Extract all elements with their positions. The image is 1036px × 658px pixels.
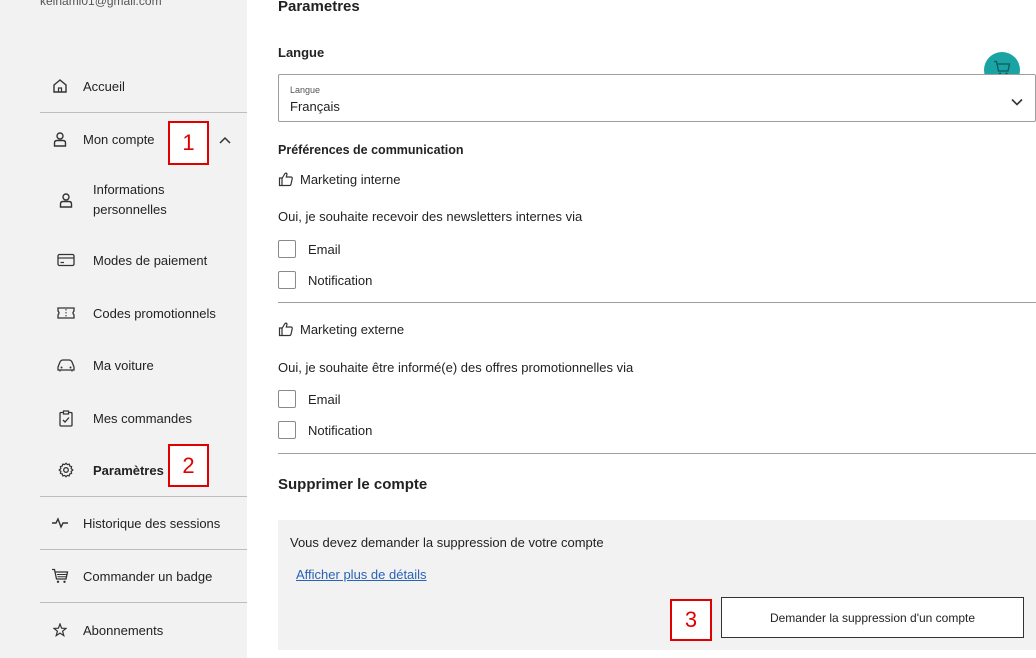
sidebar-item-label: Abonnements <box>83 622 164 638</box>
activity-icon <box>50 516 70 530</box>
gear-icon <box>56 462 76 478</box>
sidebar-item-mon-compte[interactable]: Mon compte <box>40 129 247 149</box>
language-select-value: Français <box>290 99 340 114</box>
user-email: kelnami01@gmail.com <box>40 0 162 8</box>
internal-marketing-text: Oui, je souhaite recevoir des newsletter… <box>278 209 583 224</box>
sidebar-item-ma-voiture[interactable]: Ma voiture <box>40 355 247 375</box>
external-marketing-title: Marketing externe <box>278 321 404 337</box>
sidebar-item-label: Mes commandes <box>93 410 192 426</box>
sidebar-item-parametres[interactable]: Paramètres <box>40 460 247 480</box>
clipboard-check-icon <box>56 409 76 427</box>
sidebar-item-mes-commandes[interactable]: Mes commandes <box>40 408 247 428</box>
checkbox-label: Notification <box>308 422 373 438</box>
divider <box>40 112 247 113</box>
checkbox-label: Notification <box>308 272 373 288</box>
communication-prefs-heading: Préférences de communication <box>278 143 464 157</box>
external-marketing-text: Oui, je souhaite être informé(e) des off… <box>278 360 634 375</box>
sidebar-item-label: Paramètres <box>93 462 164 478</box>
sidebar-item-accueil[interactable]: Accueil <box>40 76 247 96</box>
language-select-label: Langue <box>290 85 321 95</box>
external-notification-checkbox-row[interactable]: Notification <box>278 421 372 439</box>
delete-account-box: Vous devez demander la suppression de vo… <box>278 520 1036 650</box>
chevron-down-icon <box>1011 93 1023 111</box>
thumbs-up-icon <box>278 171 294 187</box>
star-icon <box>50 623 70 637</box>
divider <box>40 549 247 550</box>
annotation-marker-3: 3 <box>670 599 712 641</box>
internal-email-checkbox-row[interactable]: Email <box>278 240 341 258</box>
sidebar-item-label: Ma voiture <box>93 357 154 373</box>
checkbox-label: Email <box>308 391 341 407</box>
ticket-icon <box>56 306 76 320</box>
credit-card-icon <box>56 253 76 267</box>
sidebar-item-label: Historique des sessions <box>83 515 221 531</box>
language-heading: Langue <box>278 45 325 60</box>
checkbox-label: Email <box>308 241 341 257</box>
section-title: Marketing interne <box>300 171 401 187</box>
request-account-deletion-button[interactable]: Demander la suppression d'un compte <box>721 597 1024 638</box>
sidebar-item-label: Modes de paiement <box>93 252 208 268</box>
external-email-checkbox[interactable] <box>278 390 296 408</box>
sidebar-item-label: Informations <box>93 182 165 197</box>
sidebar-item-abonnements[interactable]: Abonnements <box>40 620 247 640</box>
annotation-marker-2: 2 <box>168 444 209 487</box>
sidebar-item-modes-paiement[interactable]: Modes de paiement <box>40 250 247 270</box>
external-email-checkbox-row[interactable]: Email <box>278 390 341 408</box>
settings-panel: Parametres Langue Langue Français Préfér… <box>247 0 1036 658</box>
sidebar-item-label: Codes promotionnels <box>93 305 216 321</box>
car-icon <box>56 358 76 372</box>
sidebar-item-label: Commander un badge <box>83 568 213 584</box>
cart-icon <box>50 568 70 584</box>
user-icon <box>50 131 70 147</box>
section-title: Marketing externe <box>300 321 405 337</box>
sidebar-item-label: Mon compte <box>83 131 155 147</box>
thumbs-up-icon <box>278 321 294 337</box>
chevron-up-icon[interactable] <box>219 132 231 147</box>
sidebar-item-historique[interactable]: Historique des sessions <box>40 513 247 533</box>
delete-account-message: Vous devez demander la suppression de vo… <box>290 535 604 550</box>
divider <box>40 496 247 497</box>
user-icon <box>56 192 76 208</box>
internal-marketing-title: Marketing interne <box>278 171 400 187</box>
internal-email-checkbox[interactable] <box>278 240 296 258</box>
divider <box>278 453 1036 454</box>
show-details-link[interactable]: Afficher plus de détails <box>296 567 427 582</box>
internal-notification-checkbox[interactable] <box>278 271 296 289</box>
external-notification-checkbox[interactable] <box>278 421 296 439</box>
sidebar-item-codes-promo[interactable]: Codes promotionnels <box>40 303 247 323</box>
annotation-marker-1: 1 <box>168 121 209 165</box>
divider <box>40 602 247 603</box>
page-title: Parametres <box>278 0 360 15</box>
sidebar: kelnami01@gmail.com Accueil Mon compte I… <box>0 0 247 658</box>
divider <box>278 302 1036 303</box>
sidebar-item-informations-personnelles[interactable]: Informations personnelles <box>40 180 247 220</box>
sidebar-item-label: personnelles <box>93 202 167 217</box>
sidebar-item-commander-badge[interactable]: Commander un badge <box>40 566 247 586</box>
delete-account-heading: Supprimer le compte <box>278 476 428 493</box>
sidebar-item-label: Accueil <box>83 78 125 94</box>
internal-notification-checkbox-row[interactable]: Notification <box>278 271 372 289</box>
home-icon <box>50 78 70 94</box>
language-select[interactable]: Langue Français <box>278 74 1036 122</box>
